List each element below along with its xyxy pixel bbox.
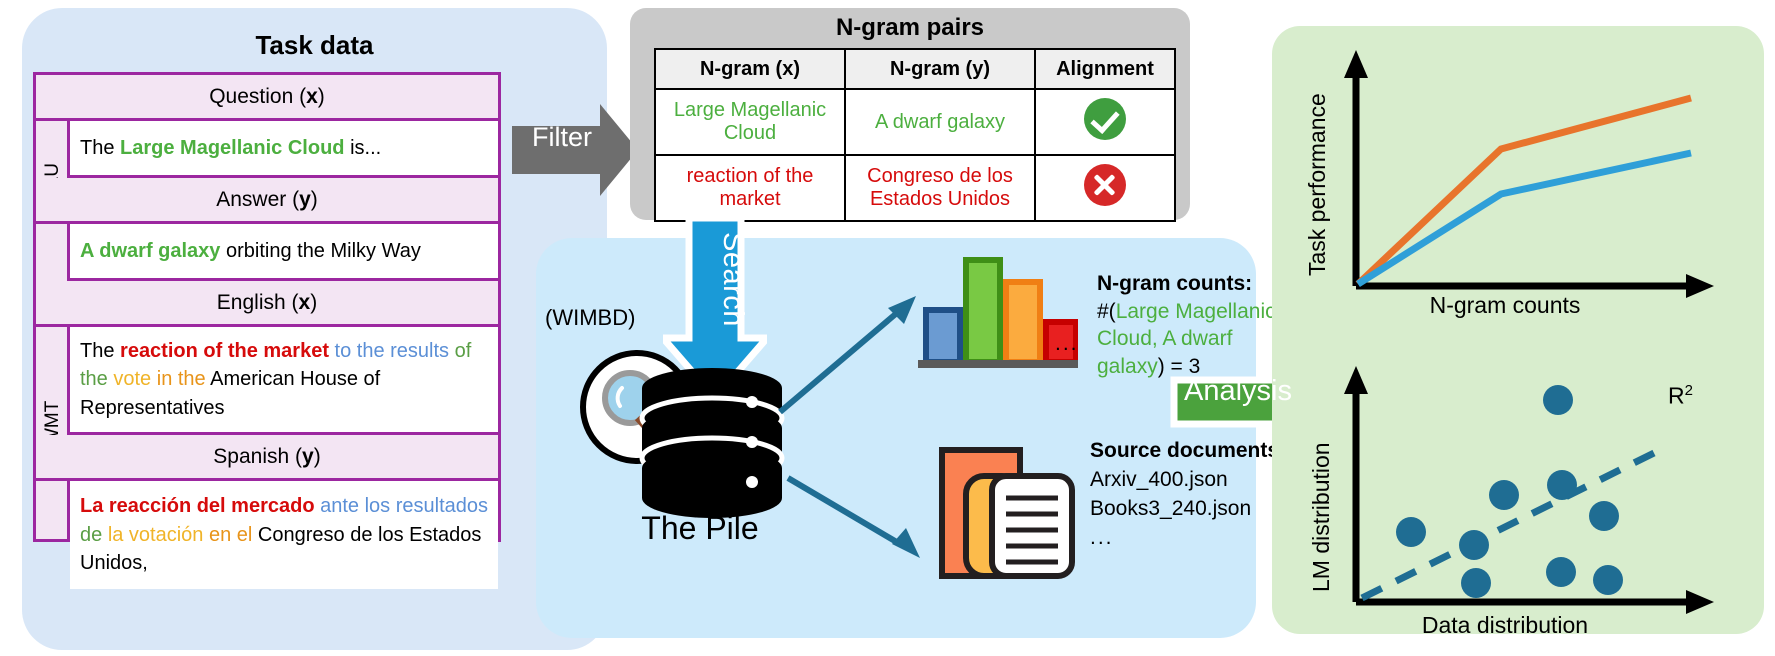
cell-alignment-0 xyxy=(1034,88,1176,156)
db-to-documents-arrow xyxy=(786,475,920,558)
cell-alignment-1 xyxy=(1034,154,1176,222)
cross-circle-icon xyxy=(1084,164,1126,206)
scatter-point xyxy=(1589,501,1619,531)
scatter-point xyxy=(1459,530,1489,560)
row-header-spanish-label: Spanish (y) xyxy=(213,444,321,468)
task-data-table: MMLU WMT Question (x) The Large Magellan… xyxy=(33,72,501,589)
scatter-chart-ylabel: LM distribution xyxy=(1308,442,1334,592)
ngram-counts-ellipsis: ... xyxy=(1055,332,1079,355)
scatter-point xyxy=(1461,568,1491,598)
row-header-english: English (x) xyxy=(36,281,498,327)
row-header-answer: Answer (y) xyxy=(36,178,498,224)
scatter-point xyxy=(1489,480,1519,510)
table-row: reaction of the market Congreso de los E… xyxy=(654,154,1176,222)
cell-ngram-x-1: reaction of the market xyxy=(654,154,846,222)
analysis-arrow-label: Analysis xyxy=(1184,375,1292,407)
documents-icon xyxy=(939,447,1075,579)
cell-ngram-y-0: A dwarf galaxy xyxy=(844,88,1036,156)
cell-ngram-x-0: Large Magellanic Cloud xyxy=(654,88,846,156)
row-header-question-label: Question (x) xyxy=(209,84,325,108)
ngram-counts-header: N-gram counts: xyxy=(1097,272,1253,295)
scatter-point xyxy=(1396,517,1426,547)
line-chart-xlabel: N-gram counts xyxy=(1429,292,1581,318)
task-data-title: Task data xyxy=(255,30,374,60)
ngram-pairs-table: N-gram (x) N-gram (y) Alignment Large Ma… xyxy=(654,48,1176,222)
row-wmt-spanish: La reacción del mercado ante los resulta… xyxy=(70,481,498,589)
ngram-pairs-title: N-gram pairs xyxy=(835,14,985,41)
bar-chart-icon xyxy=(918,257,1078,368)
row-wmt-spanish-text: La reacción del mercado ante los resulta… xyxy=(80,495,488,575)
column-header-ngram-y: N-gram (y) xyxy=(844,48,1036,90)
figure-canvas: Task data MMLU WMT Question (x) The Larg… xyxy=(0,0,1775,656)
row-mmlu-question-text: The Large Magellanic Cloud is... xyxy=(80,136,382,159)
row-wmt-english: The reaction of the market to the result… xyxy=(70,327,498,435)
column-header-ngram-x: N-gram (x) xyxy=(654,48,846,90)
database-icon xyxy=(639,368,785,518)
row-header-question: Question (x) xyxy=(36,75,498,121)
scatter-point xyxy=(1547,470,1577,500)
row-mmlu-answer: A dwarf galaxy orbiting the Milky Way xyxy=(70,224,498,281)
row-wmt-english-text: The reaction of the market to the result… xyxy=(80,339,472,419)
row-header-spanish: Spanish (y) xyxy=(36,435,498,481)
wimbd-label: (WIMBD) xyxy=(545,305,636,330)
cell-ngram-y-1: Congreso de los Estados Unidos xyxy=(844,154,1036,222)
table-row: Large Magellanic Cloud A dwarf galaxy xyxy=(654,88,1176,156)
source-documents-caption: Source documents: Arxiv_400.json Books3_… xyxy=(1090,437,1300,553)
scatter-point xyxy=(1546,557,1576,587)
line-chart-ylabel: Task performance xyxy=(1304,93,1330,276)
source-documents-ellipsis: ... xyxy=(1090,525,1114,549)
source-document-file-0: Arxiv_400.json xyxy=(1090,467,1228,491)
column-header-alignment: Alignment xyxy=(1034,48,1176,90)
pile-label: The Pile xyxy=(641,510,759,546)
scatter-point xyxy=(1543,385,1573,415)
line-series-blue xyxy=(1356,149,1692,287)
filter-arrow-label: Filter xyxy=(532,122,592,152)
db-to-barchart-arrow xyxy=(778,296,916,415)
check-circle-icon xyxy=(1084,98,1126,140)
row-mmlu-question: The Large Magellanic Cloud is... xyxy=(70,121,498,178)
search-arrow-label: Search xyxy=(717,232,749,327)
row-mmlu-answer-text: A dwarf galaxy orbiting the Milky Way xyxy=(80,239,421,262)
row-header-english-label: English (x) xyxy=(216,290,318,314)
dataset-label-wmt: WMT xyxy=(42,400,63,446)
ngram-counts-prefix: #( xyxy=(1097,299,1116,323)
source-document-file-1: Books3_240.json xyxy=(1090,496,1252,520)
table-header-row: N-gram (x) N-gram (y) Alignment xyxy=(654,48,1176,90)
scatter-r2-annotation: R2 xyxy=(1668,382,1693,409)
scatter-chart-xlabel: Data distribution xyxy=(1421,612,1589,638)
scatter-point xyxy=(1593,565,1623,595)
line-chart xyxy=(1344,50,1714,298)
row-header-answer-label: Answer (y) xyxy=(216,187,318,211)
